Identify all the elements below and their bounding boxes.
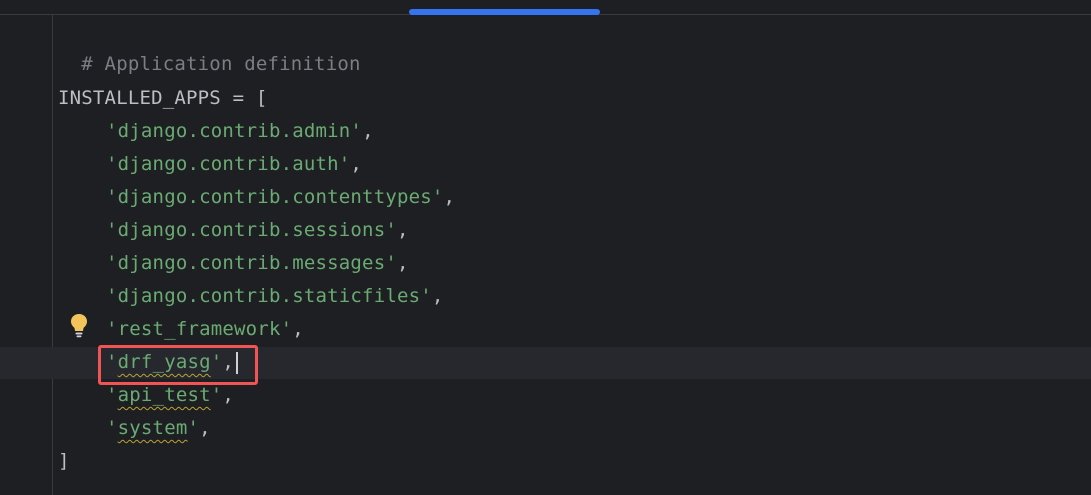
- comment-text: # Application definition: [81, 53, 361, 75]
- string-quote: ': [106, 384, 118, 406]
- code-line-9: 'django.contrib.staticfiles',: [58, 280, 444, 313]
- string-literal: 'django.contrib.contenttypes': [106, 186, 444, 208]
- code-line-3: INSTALLED_APPS = [: [58, 82, 268, 115]
- open-bracket: [: [255, 87, 268, 109]
- string-literal: 'django.contrib.admin': [106, 120, 363, 142]
- string-literal-misspelled: system: [117, 417, 188, 439]
- code-line-4: 'django.contrib.admin',: [58, 115, 374, 148]
- string-literal: 'django.contrib.auth': [106, 153, 351, 175]
- code-line-14: ]: [58, 445, 70, 478]
- code-line-10: 'rest_framework',: [58, 313, 304, 346]
- annotation-highlight-box: [98, 345, 258, 385]
- code-line-7: 'django.contrib.sessions',: [58, 214, 409, 247]
- code-line-1: # Application definition: [58, 15, 361, 75]
- code-line-5: 'django.contrib.auth',: [58, 148, 362, 181]
- comma: ,: [350, 153, 363, 175]
- code-line-6: 'django.contrib.contenttypes',: [58, 181, 455, 214]
- assign-operator: =: [220, 87, 256, 109]
- comma: ,: [431, 285, 444, 307]
- comma: ,: [362, 120, 374, 142]
- string-quote: ': [210, 384, 223, 406]
- code-line-8: 'django.contrib.messages',: [58, 247, 409, 280]
- comma: ,: [396, 219, 409, 241]
- variable-name: INSTALLED_APPS: [58, 87, 221, 109]
- string-literal: 'django.contrib.sessions': [106, 219, 397, 241]
- string-literal: 'django.contrib.messages': [106, 252, 397, 274]
- code-line-13: 'system',: [58, 412, 211, 445]
- string-quote: ': [187, 417, 200, 439]
- string-literal: 'django.contrib.staticfiles': [106, 285, 432, 307]
- comma: ,: [222, 384, 235, 406]
- editor-gutter[interactable]: [0, 15, 52, 495]
- comma: ,: [199, 417, 211, 439]
- string-literal: 'rest_framework': [106, 318, 293, 340]
- comma: ,: [443, 186, 456, 208]
- comma: ,: [396, 252, 409, 274]
- string-quote: ': [106, 417, 118, 439]
- string-literal-misspelled: api_test: [117, 384, 211, 406]
- comma: ,: [292, 318, 304, 340]
- close-bracket: ]: [58, 450, 70, 472]
